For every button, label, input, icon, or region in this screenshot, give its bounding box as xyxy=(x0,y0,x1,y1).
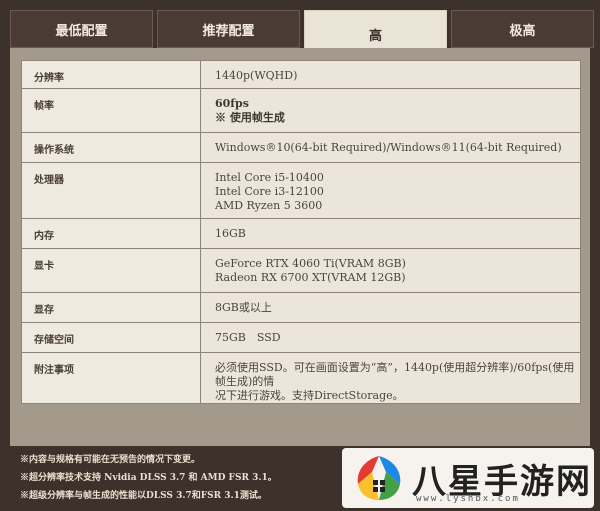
spec-value: 16GB xyxy=(200,218,581,249)
spec-row: 存储空间 75GB SSD xyxy=(21,322,581,353)
tab-recommended[interactable]: 推荐配置 xyxy=(157,10,300,48)
spec-row: 帧率 60fps ※ 使用帧生成 xyxy=(21,88,581,133)
watermark-logo-icon xyxy=(357,456,401,500)
spec-row: 内存 16GB xyxy=(21,218,581,249)
spec-value: 75GB SSD xyxy=(200,322,581,353)
spec-row: 显存 8GB或以上 xyxy=(21,292,581,323)
spec-key: 存储空间 xyxy=(21,322,201,353)
spec-value: 1440p(WQHD) xyxy=(200,60,581,89)
footnote-2: ※超分辨率技术支持 Nvidia DLSS 3.7 和 AMD FSR 3.1。 xyxy=(20,473,277,483)
spec-row: 处理器 Intel Core i5-10400 Intel Core i3-1210… xyxy=(21,162,581,219)
spec-value-line: 60fps xyxy=(215,97,249,110)
spec-key: 操作系统 xyxy=(21,132,201,163)
footnote-3: ※超级分辨率与帧生成的性能以DLSS 3.7和FSR 3.1测试。 xyxy=(20,491,267,501)
spec-key: 分辨率 xyxy=(21,60,201,89)
spec-value-line: Intel Core i3-12100 xyxy=(215,185,324,198)
spec-row: 附注事项 必须使用SSD。可在画面设置为“高”，1440p(使用超分辨率)/60f… xyxy=(21,352,581,404)
spec-value: Windows®10(64-bit Required)/Windows®11(6… xyxy=(200,132,581,163)
footnote-1: ※内容与规格有可能在无预告的情况下变更。 xyxy=(20,455,201,465)
spec-value-line: 1440p(WQHD) xyxy=(215,69,298,82)
spec-value-line: Intel Core i5-10400 xyxy=(215,171,324,184)
spec-table: 分辨率 1440p(WQHD) 帧率 60fps ※ 使用帧生成 操作系统 Windows®… xyxy=(21,60,581,404)
watermark-url: www.lyshbx.com xyxy=(416,494,520,504)
tab-minimum[interactable]: 最低配置 xyxy=(10,10,153,48)
spec-panel: 分辨率 1440p(WQHD) 帧率 60fps ※ 使用帧生成 操作系统 Windows®… xyxy=(10,48,590,446)
spec-value-line: ※ 使用帧生成 xyxy=(215,111,285,124)
spec-value-line: GeForce RTX 4060 Ti(VRAM 8GB) xyxy=(215,257,406,270)
spec-value: GeForce RTX 4060 Ti(VRAM 8GB) Radeon RX 6… xyxy=(200,248,581,293)
spec-key: 显存 xyxy=(21,292,201,323)
spec-value-line: 必须使用SSD。可在画面设置为“高”，1440p(使用超分辨率)/60fps(使… xyxy=(215,361,575,388)
spec-frame: 最低配置 推荐配置 高 极高 分辨率 1440p(WQHD) 帧率 60fps ※ 使用… xyxy=(0,0,600,511)
spec-value: 8GB或以上 xyxy=(200,292,581,323)
spec-row: 显卡 GeForce RTX 4060 Ti(VRAM 8GB) Radeon RX… xyxy=(21,248,581,293)
spec-key: 帧率 xyxy=(21,88,201,133)
tab-ultra[interactable]: 极高 xyxy=(451,10,594,48)
spec-value: Intel Core i5-10400 Intel Core i3-12100 AM… xyxy=(200,162,581,219)
spec-tabs: 最低配置 推荐配置 高 极高 xyxy=(10,10,594,58)
spec-row: 操作系统 Windows®10(64-bit Required)/Windows®… xyxy=(21,132,581,163)
spec-value-line: AMD Ryzen 5 3600 xyxy=(215,199,323,212)
spec-value: 必须使用SSD。可在画面设置为“高”，1440p(使用超分辨率)/60fps(使… xyxy=(200,352,581,404)
spec-value-line: 75GB SSD xyxy=(215,331,281,344)
watermark-banner: 八星手游网 www.lyshbx.com xyxy=(342,448,594,508)
spec-key: 显卡 xyxy=(21,248,201,293)
spec-value-line: 况下进行游戏。支持DirectStorage。 xyxy=(215,389,404,402)
spec-value-line: 8GB或以上 xyxy=(215,301,272,314)
spec-value-line: 16GB xyxy=(215,227,246,240)
spec-row: 分辨率 1440p(WQHD) xyxy=(21,60,581,89)
spec-key: 处理器 xyxy=(21,162,201,219)
spec-value: 60fps ※ 使用帧生成 xyxy=(200,88,581,133)
spec-value-line: Radeon RX 6700 XT(VRAM 12GB) xyxy=(215,271,406,284)
spec-key: 内存 xyxy=(21,218,201,249)
spec-value-line: Windows®10(64-bit Required)/Windows®11(6… xyxy=(215,141,562,154)
spec-key: 附注事项 xyxy=(21,352,201,404)
